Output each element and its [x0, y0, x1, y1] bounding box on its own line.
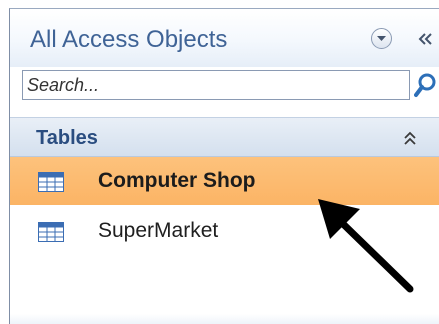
group-label: Tables — [36, 127, 98, 149]
double-chevron-left-icon — [418, 33, 432, 45]
search-input[interactable] — [27, 74, 397, 96]
nav-item-label: Computer Shop — [98, 169, 256, 192]
search-icon — [414, 73, 436, 97]
search-field[interactable] — [22, 70, 410, 100]
chevron-down-icon — [377, 36, 386, 41]
search-button[interactable] — [414, 72, 438, 100]
nav-item-label: SuperMarket — [98, 219, 219, 242]
nav-pane-header: All Access Objects — [10, 9, 439, 67]
table-icon — [38, 172, 64, 192]
shutter-bar-collapse-button[interactable] — [414, 27, 436, 51]
nav-menu-dropdown-button[interactable] — [371, 28, 392, 49]
navigation-pane: All Access Objects Tables — [9, 8, 439, 324]
group-header-tables[interactable]: Tables — [10, 117, 439, 157]
nav-pane-title[interactable]: All Access Objects — [30, 26, 227, 54]
table-icon — [38, 222, 64, 242]
pointer-arrow-annotation — [318, 199, 414, 293]
double-chevron-up-icon[interactable] — [403, 131, 417, 147]
